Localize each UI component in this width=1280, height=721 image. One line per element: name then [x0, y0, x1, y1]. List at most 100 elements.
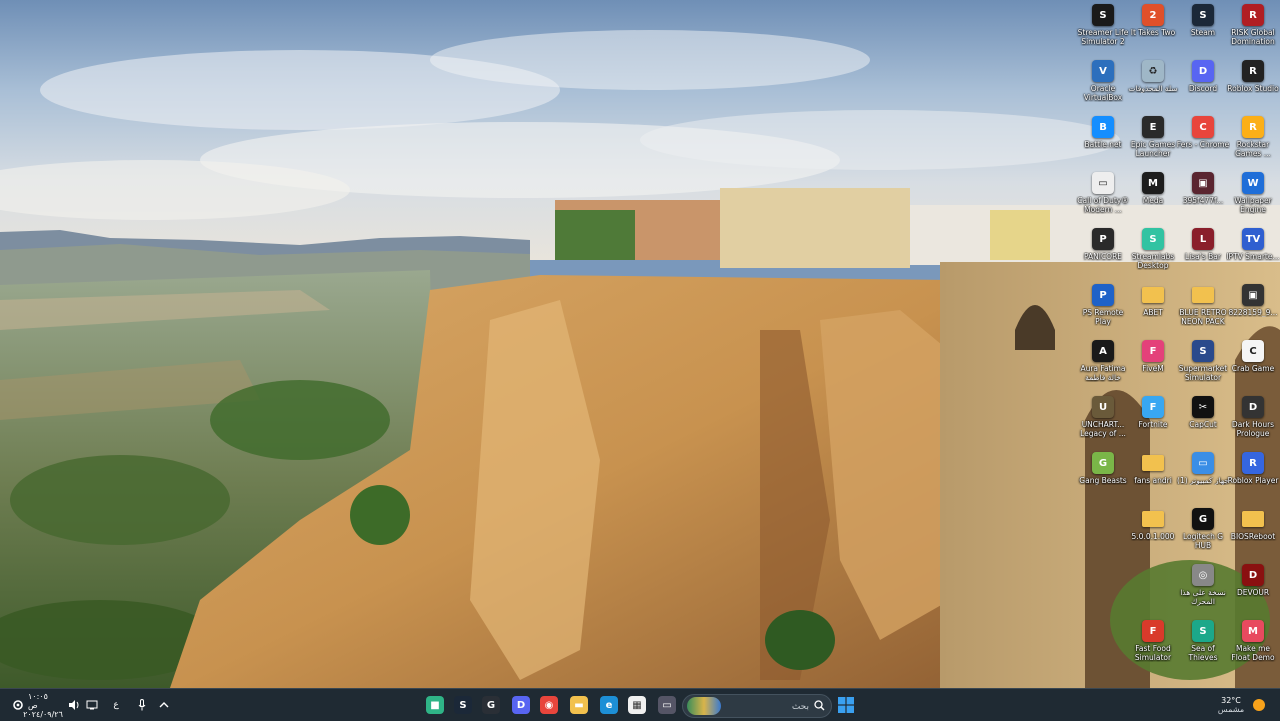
desktop-icon[interactable]: E Epic Games Launcher: [1128, 116, 1178, 170]
taskbar-store-icon: ▦: [628, 696, 646, 714]
desktop-icon-label: Rockstar Games ...: [1235, 140, 1271, 158]
desktop-icon[interactable]: R Rockstar Games ...: [1228, 116, 1278, 170]
desktop-icon[interactable]: M Meda: [1128, 172, 1178, 226]
desktop-icon[interactable]: S Streamlabs Desktop: [1128, 228, 1178, 282]
weather-sun-icon: [1250, 689, 1268, 721]
desktop-icon[interactable]: ✂ CapCut: [1178, 396, 1228, 450]
desktop-icon[interactable]: D DEVOUR: [1228, 564, 1278, 618]
desktop-icon[interactable]: R Roblox Player: [1228, 452, 1278, 506]
desktop-icon[interactable]: TV IPTV Smarte...: [1226, 228, 1280, 282]
desktop-icon[interactable]: P PS Remote Play: [1078, 284, 1128, 338]
desktop-icon-label: Wallpaper Engine: [1234, 196, 1272, 214]
desktop-icon[interactable]: ▣ 395f477f...: [1178, 172, 1228, 226]
desktop-icon[interactable]: A Aura Fatima خالة فاطمة: [1078, 340, 1128, 394]
desktop-icon[interactable]: D Discord: [1178, 60, 1228, 114]
desktop-icon[interactable]: S Sea of Thieves: [1178, 620, 1228, 674]
desktop-icon[interactable]: P PANICORE: [1078, 228, 1128, 282]
desktop-icon[interactable]: R Roblox Studio: [1227, 60, 1279, 114]
desktop-icon[interactable]: ◎ نسخة على هذا المحرك: [1178, 564, 1228, 618]
taskbar-search-box[interactable]: [682, 694, 832, 718]
desktop-icon[interactable]: R RISK Global Domination: [1228, 4, 1278, 58]
desktop-icon[interactable]: ▣ 8228159_9...: [1228, 284, 1278, 338]
taskbar-file-explorer[interactable]: ▬: [564, 690, 594, 720]
app-icon: ♻: [1142, 60, 1164, 82]
desktop-icon[interactable]: S Supermarket Simulator: [1178, 340, 1228, 394]
taskbar-edge-icon: e: [600, 696, 618, 714]
desktop-icon[interactable]: ▭ Call of Duty® Modern ...: [1077, 172, 1129, 226]
desktop-icon[interactable]: 2 It Takes Two: [1128, 4, 1178, 58]
desktop-icon-label: fans andri: [1134, 476, 1172, 485]
desktop-icon[interactable]: S Streamer Life Simulator 2: [1078, 4, 1128, 58]
desktop-icon[interactable]: D Dark Hours Prologue: [1228, 396, 1278, 450]
weather-temperature: 32°C: [1221, 696, 1241, 705]
language-indicator[interactable]: ع: [108, 689, 124, 721]
taskbar-discord-icon: D: [512, 696, 530, 714]
taskbar-steam[interactable]: S: [448, 690, 478, 720]
desktop-icon-grid: S Streamer Life Simulator 2 2 It Takes Two S…: [0, 0, 1280, 688]
desktop-icon[interactable]: L Lisa's Bar: [1178, 228, 1228, 282]
desktop-icon-label: Aura Fatima خالة فاطمة: [1080, 364, 1126, 382]
folder-icon: [1142, 511, 1164, 527]
search-icon: [814, 700, 825, 711]
taskbar-app-1[interactable]: ■: [420, 690, 450, 720]
taskbar-task-view-icon: ▭: [658, 696, 676, 714]
desktop-icon-label: BIOSReboot: [1230, 532, 1276, 541]
desktop-icon[interactable]: U UNCHART... Legacy of ...: [1078, 396, 1128, 450]
desktop-icon-label: Make me Float Demo: [1231, 644, 1275, 662]
desktop-icon[interactable]: C Crab Game: [1228, 340, 1278, 394]
start-button[interactable]: [834, 689, 858, 721]
desktop-icon-label: FiveM: [1142, 364, 1164, 373]
clock-time: ١٠:٠٥ ص: [28, 691, 48, 710]
desktop-icon[interactable]: F Fast Food Simulator: [1128, 620, 1178, 674]
desktop-icon-label: Discord: [1188, 84, 1218, 93]
desktop-icon[interactable]: ABET: [1128, 284, 1178, 338]
desktop-icon-label: نسخة على هذا المحرك: [1180, 588, 1226, 606]
desktop-icon-label: Fast Food Simulator: [1134, 644, 1172, 662]
desktop-icon-label: Call of Duty® Modern ...: [1077, 196, 1129, 214]
desktop-icon[interactable]: M Make me Float Demo: [1228, 620, 1278, 674]
app-icon: D: [1242, 396, 1264, 418]
desktop-icon[interactable]: G Logitech G HUB: [1178, 508, 1228, 562]
desktop-icon[interactable]: F FiveM: [1128, 340, 1178, 394]
search-highlight-icon: [687, 697, 721, 715]
clock[interactable]: ١٠:٠٥ ص ٢٠٢٤/٠٩/٢٦: [23, 689, 63, 721]
desktop-icon[interactable]: ♻ سلة المحذوفات: [1128, 60, 1178, 114]
app-icon: G: [1192, 508, 1214, 530]
search-input[interactable]: [723, 697, 811, 717]
taskbar-discord[interactable]: D: [506, 690, 536, 720]
app-icon: S: [1192, 4, 1214, 26]
desktop-icon-label: جهاز كمبيوتر (1): [1177, 476, 1229, 485]
desktop-icon[interactable]: B Battle.net: [1078, 116, 1128, 170]
taskbar-task-view[interactable]: ▭: [652, 690, 682, 720]
weather-widget[interactable]: 32°C مشمس: [1214, 689, 1248, 721]
volume-icon[interactable]: [66, 689, 82, 721]
tray-overflow-chevron-icon[interactable]: [156, 689, 172, 721]
microphone-icon[interactable]: [134, 689, 150, 721]
desktop-icon[interactable]: F Fortnite: [1128, 396, 1178, 450]
taskbar-app-3[interactable]: G: [476, 690, 506, 720]
desktop-icon[interactable]: C Fers - Chrome: [1177, 116, 1229, 170]
desktop-icon[interactable]: W Wallpaper Engine: [1228, 172, 1278, 226]
taskbar-chrome[interactable]: ◉: [534, 690, 564, 720]
app-icon: A: [1092, 340, 1114, 362]
taskbar-store[interactable]: ▦: [622, 690, 652, 720]
desktop-icon[interactable]: G Gang Beasts: [1078, 452, 1128, 506]
app-icon: F: [1142, 620, 1164, 642]
desktop-icon[interactable]: fans andri: [1128, 452, 1178, 506]
desktop-icon[interactable]: 5.0.0.1.000: [1128, 508, 1178, 562]
desktop-icon[interactable]: BIOSReboot: [1228, 508, 1278, 562]
desktop-icon[interactable]: BLUE RETRO NEON PACK: [1178, 284, 1228, 338]
desktop-icon-label: 5.0.0.1.000: [1131, 532, 1175, 541]
desktop-icon[interactable]: V Oracle VirtualBox: [1078, 60, 1128, 114]
taskbar-file-explorer-icon: ▬: [570, 696, 588, 714]
desktop-icon[interactable]: ▭ جهاز كمبيوتر (1): [1177, 452, 1229, 506]
desktop-icon-label: Dark Hours Prologue: [1231, 420, 1275, 438]
desktop-icon-label: Battle.net: [1084, 140, 1122, 149]
desktop-icon-label: IPTV Smarte...: [1226, 252, 1280, 261]
desktop-icon[interactable]: S Steam: [1178, 4, 1228, 58]
taskbar-edge[interactable]: e: [594, 690, 624, 720]
desktop-icon-label: It Takes Two: [1130, 28, 1176, 37]
desktop-icon-label: ABET: [1143, 308, 1163, 317]
app-icon: 2: [1142, 4, 1164, 26]
network-icon[interactable]: [84, 689, 100, 721]
